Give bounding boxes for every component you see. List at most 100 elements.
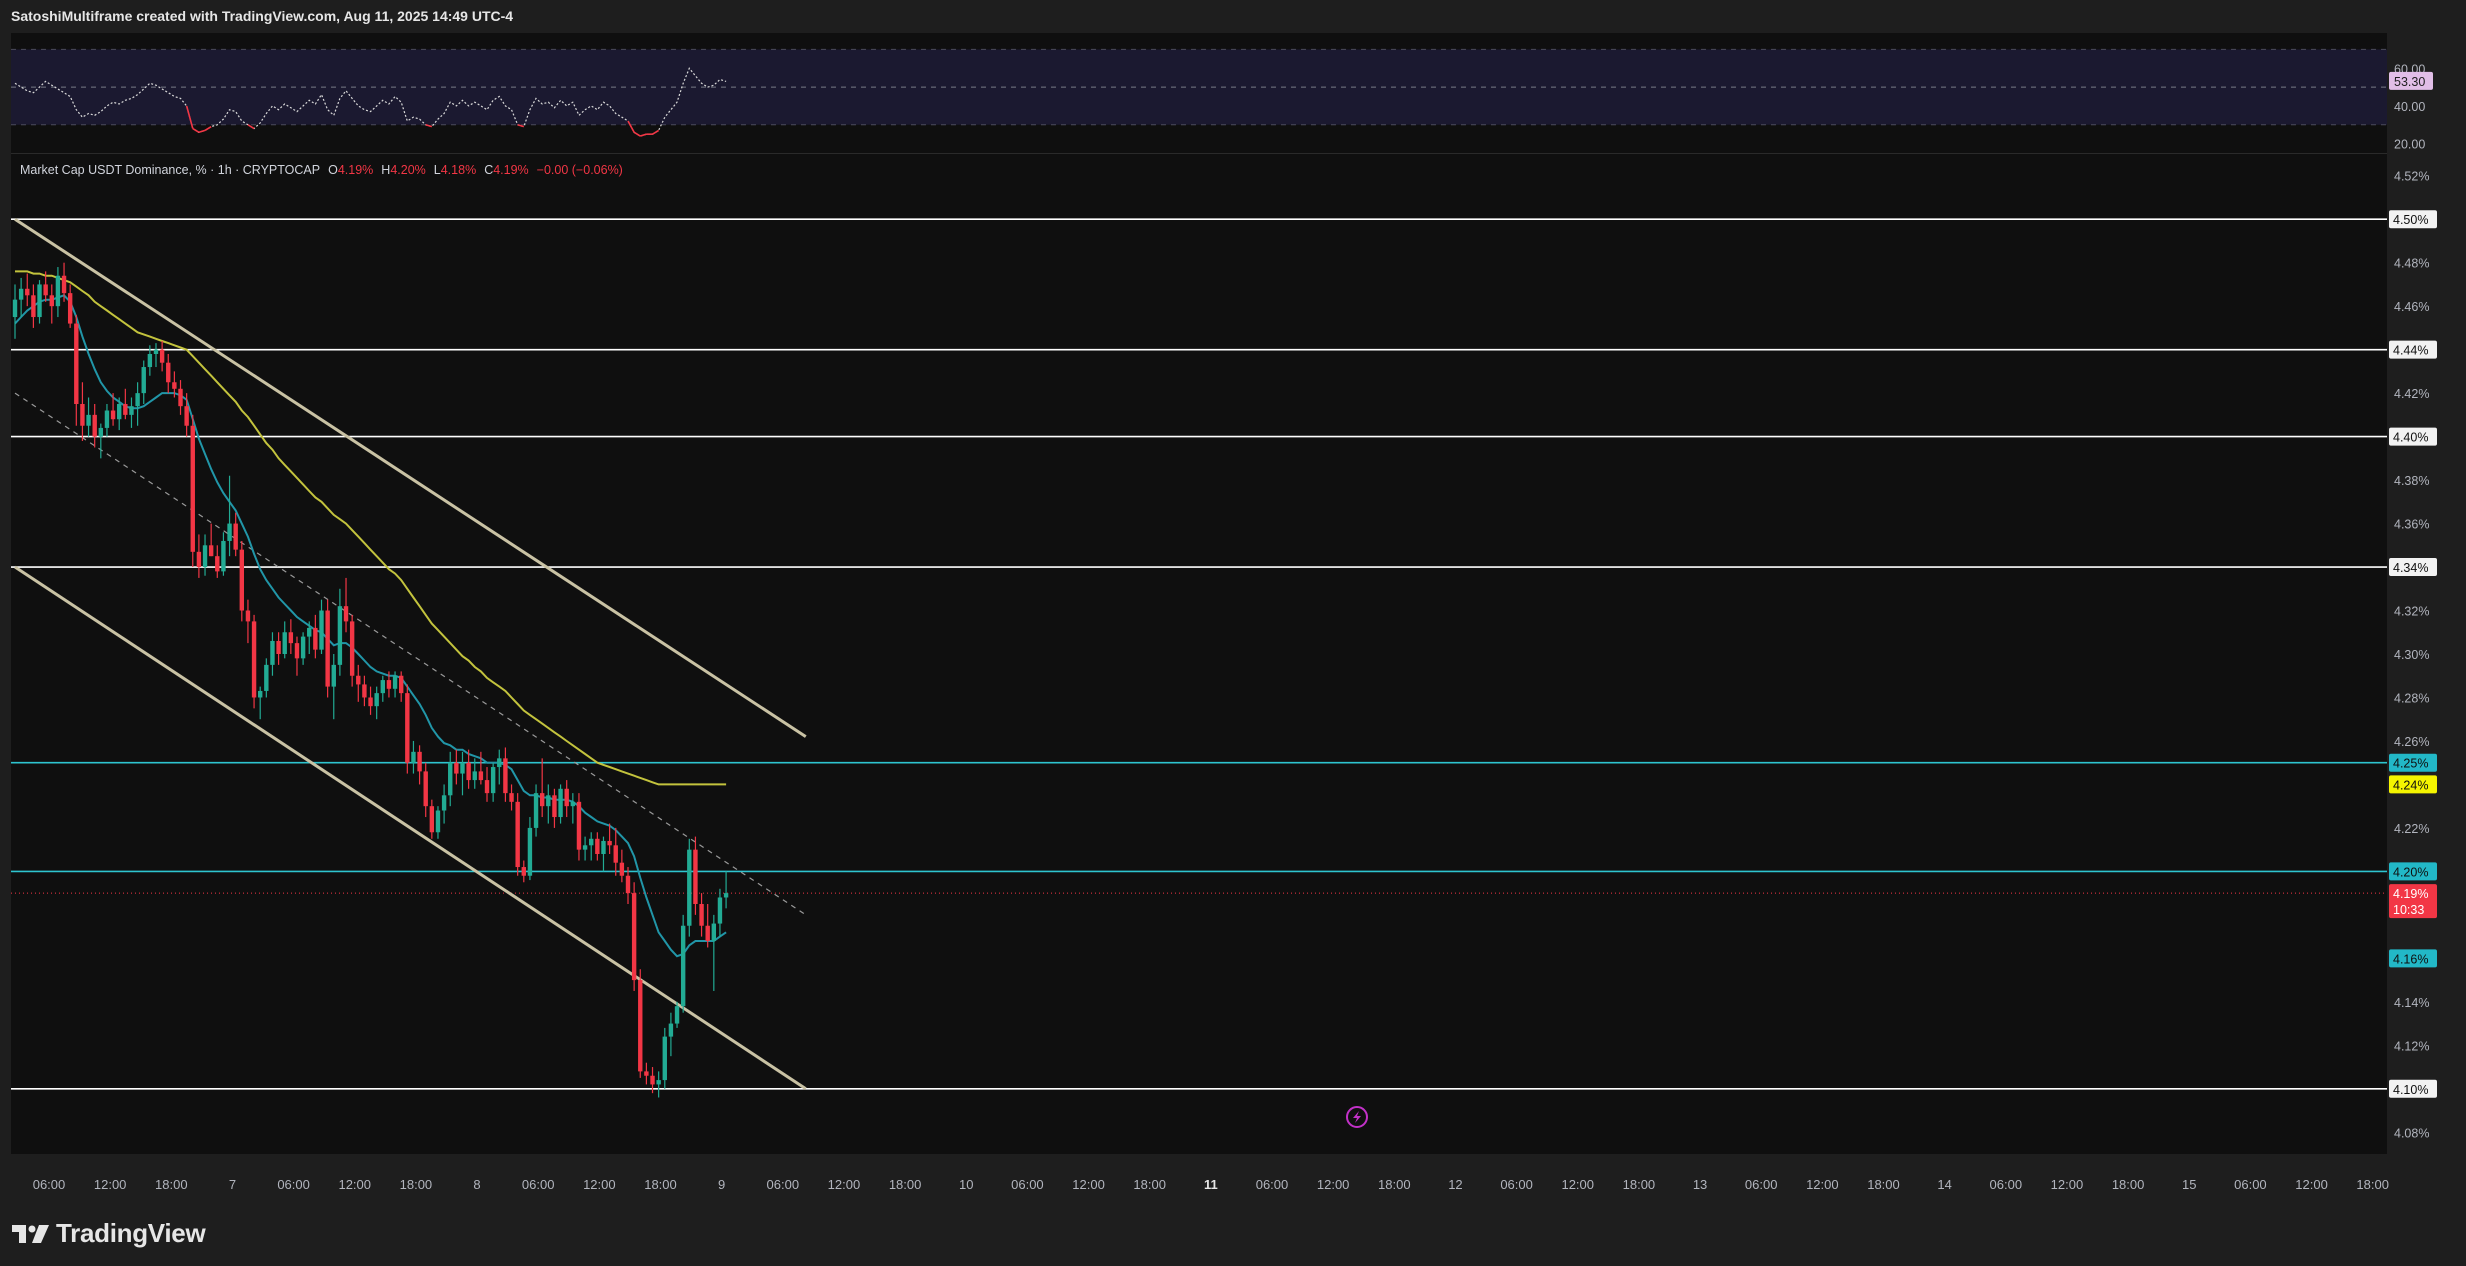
time-tick-label: 18:00	[2356, 1177, 2389, 1192]
candle-down	[638, 969, 643, 1078]
candle-down	[631, 882, 637, 991]
candle-body	[282, 632, 287, 654]
candle-body	[503, 758, 508, 794]
price-tick-label: 4.08%	[2394, 1126, 2429, 1140]
candle-body	[343, 606, 349, 622]
candle-body	[110, 410, 116, 420]
price-tick-label: 4.48%	[2394, 257, 2429, 271]
candle-body	[18, 288, 24, 300]
time-tick-label: 06:00	[522, 1177, 555, 1192]
candle-body	[325, 610, 330, 687]
candle-body	[307, 627, 312, 637]
candle-body	[497, 758, 502, 768]
time-tick-label: 12:00	[2051, 1177, 2084, 1192]
time-tick-label: 11	[1204, 1177, 1218, 1192]
candle-body	[43, 284, 48, 296]
price-tick-label: 4.36%	[2394, 518, 2429, 532]
time-tick-label: 18:00	[1378, 1177, 1411, 1192]
candle-body	[233, 523, 238, 550]
time-tick-label: 12:00	[94, 1177, 127, 1192]
candle-body	[515, 801, 520, 868]
time-tick-label: 13	[1693, 1177, 1707, 1192]
time-tick-label: 15	[2182, 1177, 2196, 1192]
candle-body	[595, 838, 600, 854]
time-tick-label: 10	[959, 1177, 973, 1192]
countdown-label: 10:33	[2393, 903, 2424, 917]
price-tick-label: 4.46%	[2394, 300, 2429, 314]
candle-body	[86, 414, 91, 426]
candle-body	[619, 862, 625, 876]
candle-body	[448, 762, 453, 796]
candle-down	[515, 793, 520, 876]
price-tick-label: 4.14%	[2394, 996, 2429, 1010]
time-tick-label: 12:00	[1072, 1177, 1105, 1192]
candle-body	[380, 680, 385, 694]
time-tick-label: 18:00	[400, 1177, 433, 1192]
time-tick-label: 18:00	[889, 1177, 922, 1192]
candle-body	[650, 1075, 655, 1085]
candle-body	[411, 751, 416, 763]
candle-body	[717, 897, 723, 924]
candle-body	[166, 362, 171, 383]
candle-body	[478, 771, 484, 781]
candle-body	[331, 664, 336, 687]
level-badge-label: 4.25%	[2393, 757, 2428, 771]
candle-body	[454, 762, 459, 774]
candle-body	[564, 788, 569, 807]
tradingview-brand-text: TradingView	[56, 1218, 206, 1248]
time-tick-label: 18:00	[2112, 1177, 2145, 1192]
time-tick-label: 12	[1448, 1177, 1462, 1192]
chart-canvas[interactable]: 60.0040.0020.0053.30 4.52%4.48%4.46%4.42…	[0, 0, 2466, 1266]
candle-body	[141, 367, 146, 394]
price-tick-label: 4.26%	[2394, 735, 2429, 749]
candle-body	[80, 404, 85, 426]
price-tick-label: 4.28%	[2394, 691, 2429, 705]
ema-fast-badge-label: 4.16%	[2393, 952, 2428, 966]
candle-body	[61, 275, 67, 294]
candle-body	[386, 680, 392, 689]
candle-body	[656, 1080, 661, 1085]
candle-body	[178, 388, 183, 407]
candle-body	[215, 556, 220, 572]
level-badge-label: 4.50%	[2393, 213, 2428, 227]
candle-down	[190, 414, 195, 568]
candle-body	[392, 675, 398, 689]
level-badge-label: 4.34%	[2393, 561, 2428, 575]
candle-body	[288, 632, 294, 644]
candle-body	[31, 295, 36, 318]
candle-down	[239, 540, 245, 622]
candle-up	[37, 280, 42, 324]
price-tick-label: 4.42%	[2394, 387, 2429, 401]
candle-body	[67, 293, 73, 324]
candle-body	[337, 606, 343, 665]
time-tick-label: 06:00	[767, 1177, 800, 1192]
time-tick-label: 12:00	[1806, 1177, 1839, 1192]
time-tick-label: 7	[229, 1177, 236, 1192]
candle-body	[227, 523, 232, 541]
candle-body	[398, 675, 404, 694]
candle-body	[472, 771, 477, 781]
candle-body	[607, 840, 612, 846]
candle-body	[123, 404, 128, 415]
candle-body	[25, 288, 30, 296]
time-tick-label: 18:00	[644, 1177, 677, 1192]
candle-body	[221, 540, 226, 572]
candle-body	[153, 349, 159, 354]
time-tick-label: 12:00	[1561, 1177, 1594, 1192]
price-pane[interactable]	[11, 154, 2387, 1154]
time-tick-label: 06:00	[33, 1177, 66, 1192]
candle-body	[631, 893, 637, 981]
candle-body	[693, 849, 698, 904]
candle-body	[374, 693, 379, 707]
tradingview-logo[interactable]: TradingView	[12, 1218, 206, 1249]
candle-body	[251, 621, 257, 698]
time-tick-label: 06:00	[1500, 1177, 1533, 1192]
candle-body	[417, 751, 422, 772]
candle-body	[723, 893, 729, 898]
candle-body	[435, 810, 441, 833]
time-tick-label: 8	[473, 1177, 480, 1192]
time-tick-label: 12:00	[2295, 1177, 2328, 1192]
candle-body	[490, 767, 496, 794]
time-tick-label: 06:00	[1256, 1177, 1289, 1192]
candle-body	[172, 382, 177, 389]
